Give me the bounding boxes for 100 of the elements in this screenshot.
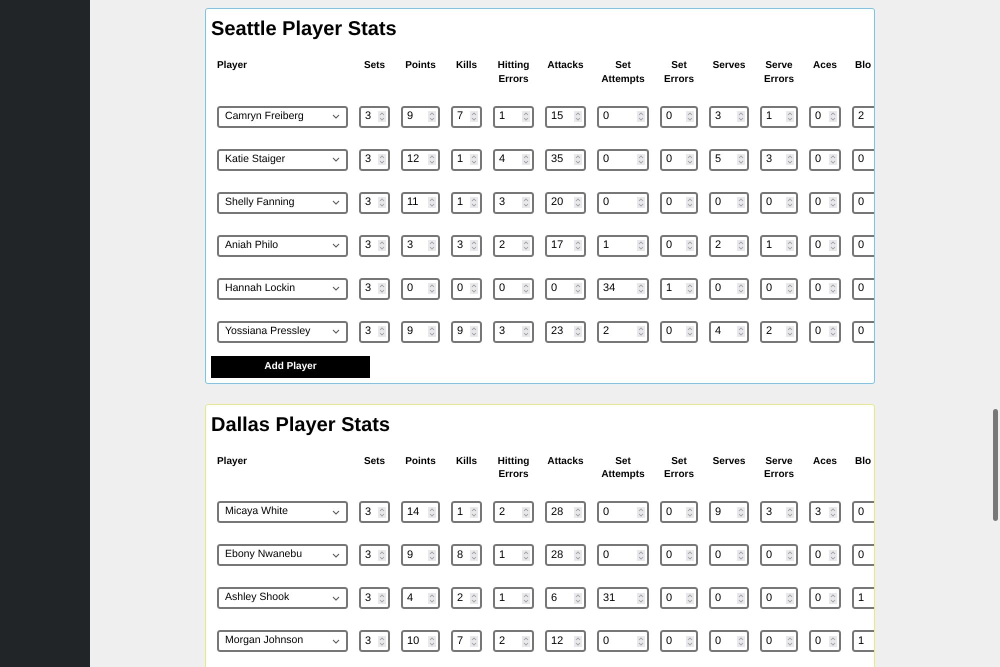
number-field[interactable]: 0 [597,630,649,652]
player-select[interactable]: Micaya White [217,501,348,523]
number-field[interactable]: 0 [760,192,798,214]
number-field[interactable]: 1 [493,106,534,128]
number-field[interactable]: 15 [545,106,586,128]
number-field[interactable]: 7 [451,106,482,128]
player-select[interactable]: Aniah Philo [217,234,348,256]
number-field[interactable]: 0 [597,148,649,170]
number-field[interactable]: 3 [709,106,749,128]
number-field[interactable]: 3 [359,106,390,128]
number-field[interactable]: 0 [809,148,841,170]
number-field[interactable]: 12 [545,630,586,652]
number-field[interactable]: 2 [493,234,534,256]
number-field[interactable]: 2 [493,501,534,523]
number-field[interactable]: 0 [852,544,874,566]
number-field[interactable]: 0 [760,278,798,300]
number-field[interactable]: 1 [660,278,698,300]
number-field[interactable]: 3 [760,501,798,523]
number-field[interactable]: 3 [359,587,390,609]
number-field[interactable]: 14 [401,501,440,523]
number-field[interactable]: 3 [809,501,841,523]
number-field[interactable]: 0 [597,501,649,523]
number-field[interactable]: 3 [359,234,390,256]
number-field[interactable]: 0 [451,278,482,300]
number-field[interactable]: 0 [660,501,698,523]
add-player-button[interactable]: Add Player [211,356,370,378]
number-field[interactable]: 0 [545,278,586,300]
number-field[interactable]: 0 [809,587,841,609]
number-field[interactable]: 28 [545,501,586,523]
number-field[interactable]: 3 [451,234,482,256]
number-field[interactable]: 1 [493,544,534,566]
number-field[interactable]: 0 [760,587,798,609]
number-field[interactable]: 0 [809,544,841,566]
number-field[interactable]: 3 [359,630,390,652]
player-select[interactable]: Yossiana Pressley [217,320,348,342]
number-field[interactable]: 6 [545,587,586,609]
number-field[interactable]: 0 [660,320,698,342]
number-field[interactable]: 4 [709,320,749,342]
number-field[interactable]: 1 [493,587,534,609]
number-field[interactable]: 0 [852,234,874,256]
number-field[interactable]: 0 [852,148,874,170]
number-field[interactable]: 9 [451,320,482,342]
number-field[interactable]: 9 [401,320,440,342]
number-field[interactable]: 7 [451,630,482,652]
number-field[interactable]: 2 [760,320,798,342]
number-field[interactable]: 20 [545,192,586,214]
number-field[interactable]: 0 [760,630,798,652]
number-field[interactable]: 1 [852,630,874,652]
number-field[interactable]: 2 [493,630,534,652]
number-field[interactable]: 11 [401,192,440,214]
number-field[interactable]: 3 [493,192,534,214]
number-field[interactable]: 3 [359,148,390,170]
player-select[interactable]: Morgan Johnson [217,630,348,652]
number-field[interactable]: 34 [597,278,649,300]
number-field[interactable]: 0 [597,544,649,566]
number-field[interactable]: 1 [451,148,482,170]
number-field[interactable]: 1 [451,501,482,523]
number-field[interactable]: 31 [597,587,649,609]
number-field[interactable]: 2 [597,320,649,342]
number-field[interactable]: 0 [809,106,841,128]
number-field[interactable]: 0 [660,148,698,170]
number-field[interactable]: 12 [401,148,440,170]
number-field[interactable]: 9 [709,501,749,523]
number-field[interactable]: 0 [709,278,749,300]
number-field[interactable]: 0 [709,587,749,609]
number-field[interactable]: 1 [852,587,874,609]
number-field[interactable]: 3 [493,320,534,342]
number-field[interactable]: 2 [709,234,749,256]
number-field[interactable]: 0 [709,544,749,566]
number-field[interactable]: 0 [660,192,698,214]
number-field[interactable]: 3 [359,192,390,214]
player-select[interactable]: Katie Staiger [217,148,348,170]
number-field[interactable]: 0 [660,544,698,566]
number-field[interactable]: 0 [660,234,698,256]
number-field[interactable]: 0 [493,278,534,300]
number-field[interactable]: 4 [401,587,440,609]
number-field[interactable]: 17 [545,234,586,256]
player-select[interactable]: Ashley Shook [217,587,348,609]
number-field[interactable]: 0 [597,106,649,128]
number-field[interactable]: 0 [660,106,698,128]
number-field[interactable]: 3 [359,320,390,342]
player-select[interactable]: Shelly Fanning [217,192,348,214]
player-select[interactable]: Camryn Freiberg [217,106,348,128]
scrollbar-thumb[interactable] [993,409,998,521]
number-field[interactable]: 0 [852,501,874,523]
number-field[interactable]: 0 [809,234,841,256]
number-field[interactable]: 0 [852,192,874,214]
number-field[interactable]: 0 [809,630,841,652]
number-field[interactable]: 4 [493,148,534,170]
number-field[interactable]: 0 [809,320,841,342]
number-field[interactable]: 1 [451,192,482,214]
number-field[interactable]: 3 [401,234,440,256]
number-field[interactable]: 3 [359,544,390,566]
number-field[interactable]: 10 [401,630,440,652]
number-field[interactable]: 5 [709,148,749,170]
number-field[interactable]: 0 [709,192,749,214]
number-field[interactable]: 1 [760,234,798,256]
number-field[interactable]: 3 [760,148,798,170]
number-field[interactable]: 0 [809,192,841,214]
number-field[interactable]: 3 [359,278,390,300]
